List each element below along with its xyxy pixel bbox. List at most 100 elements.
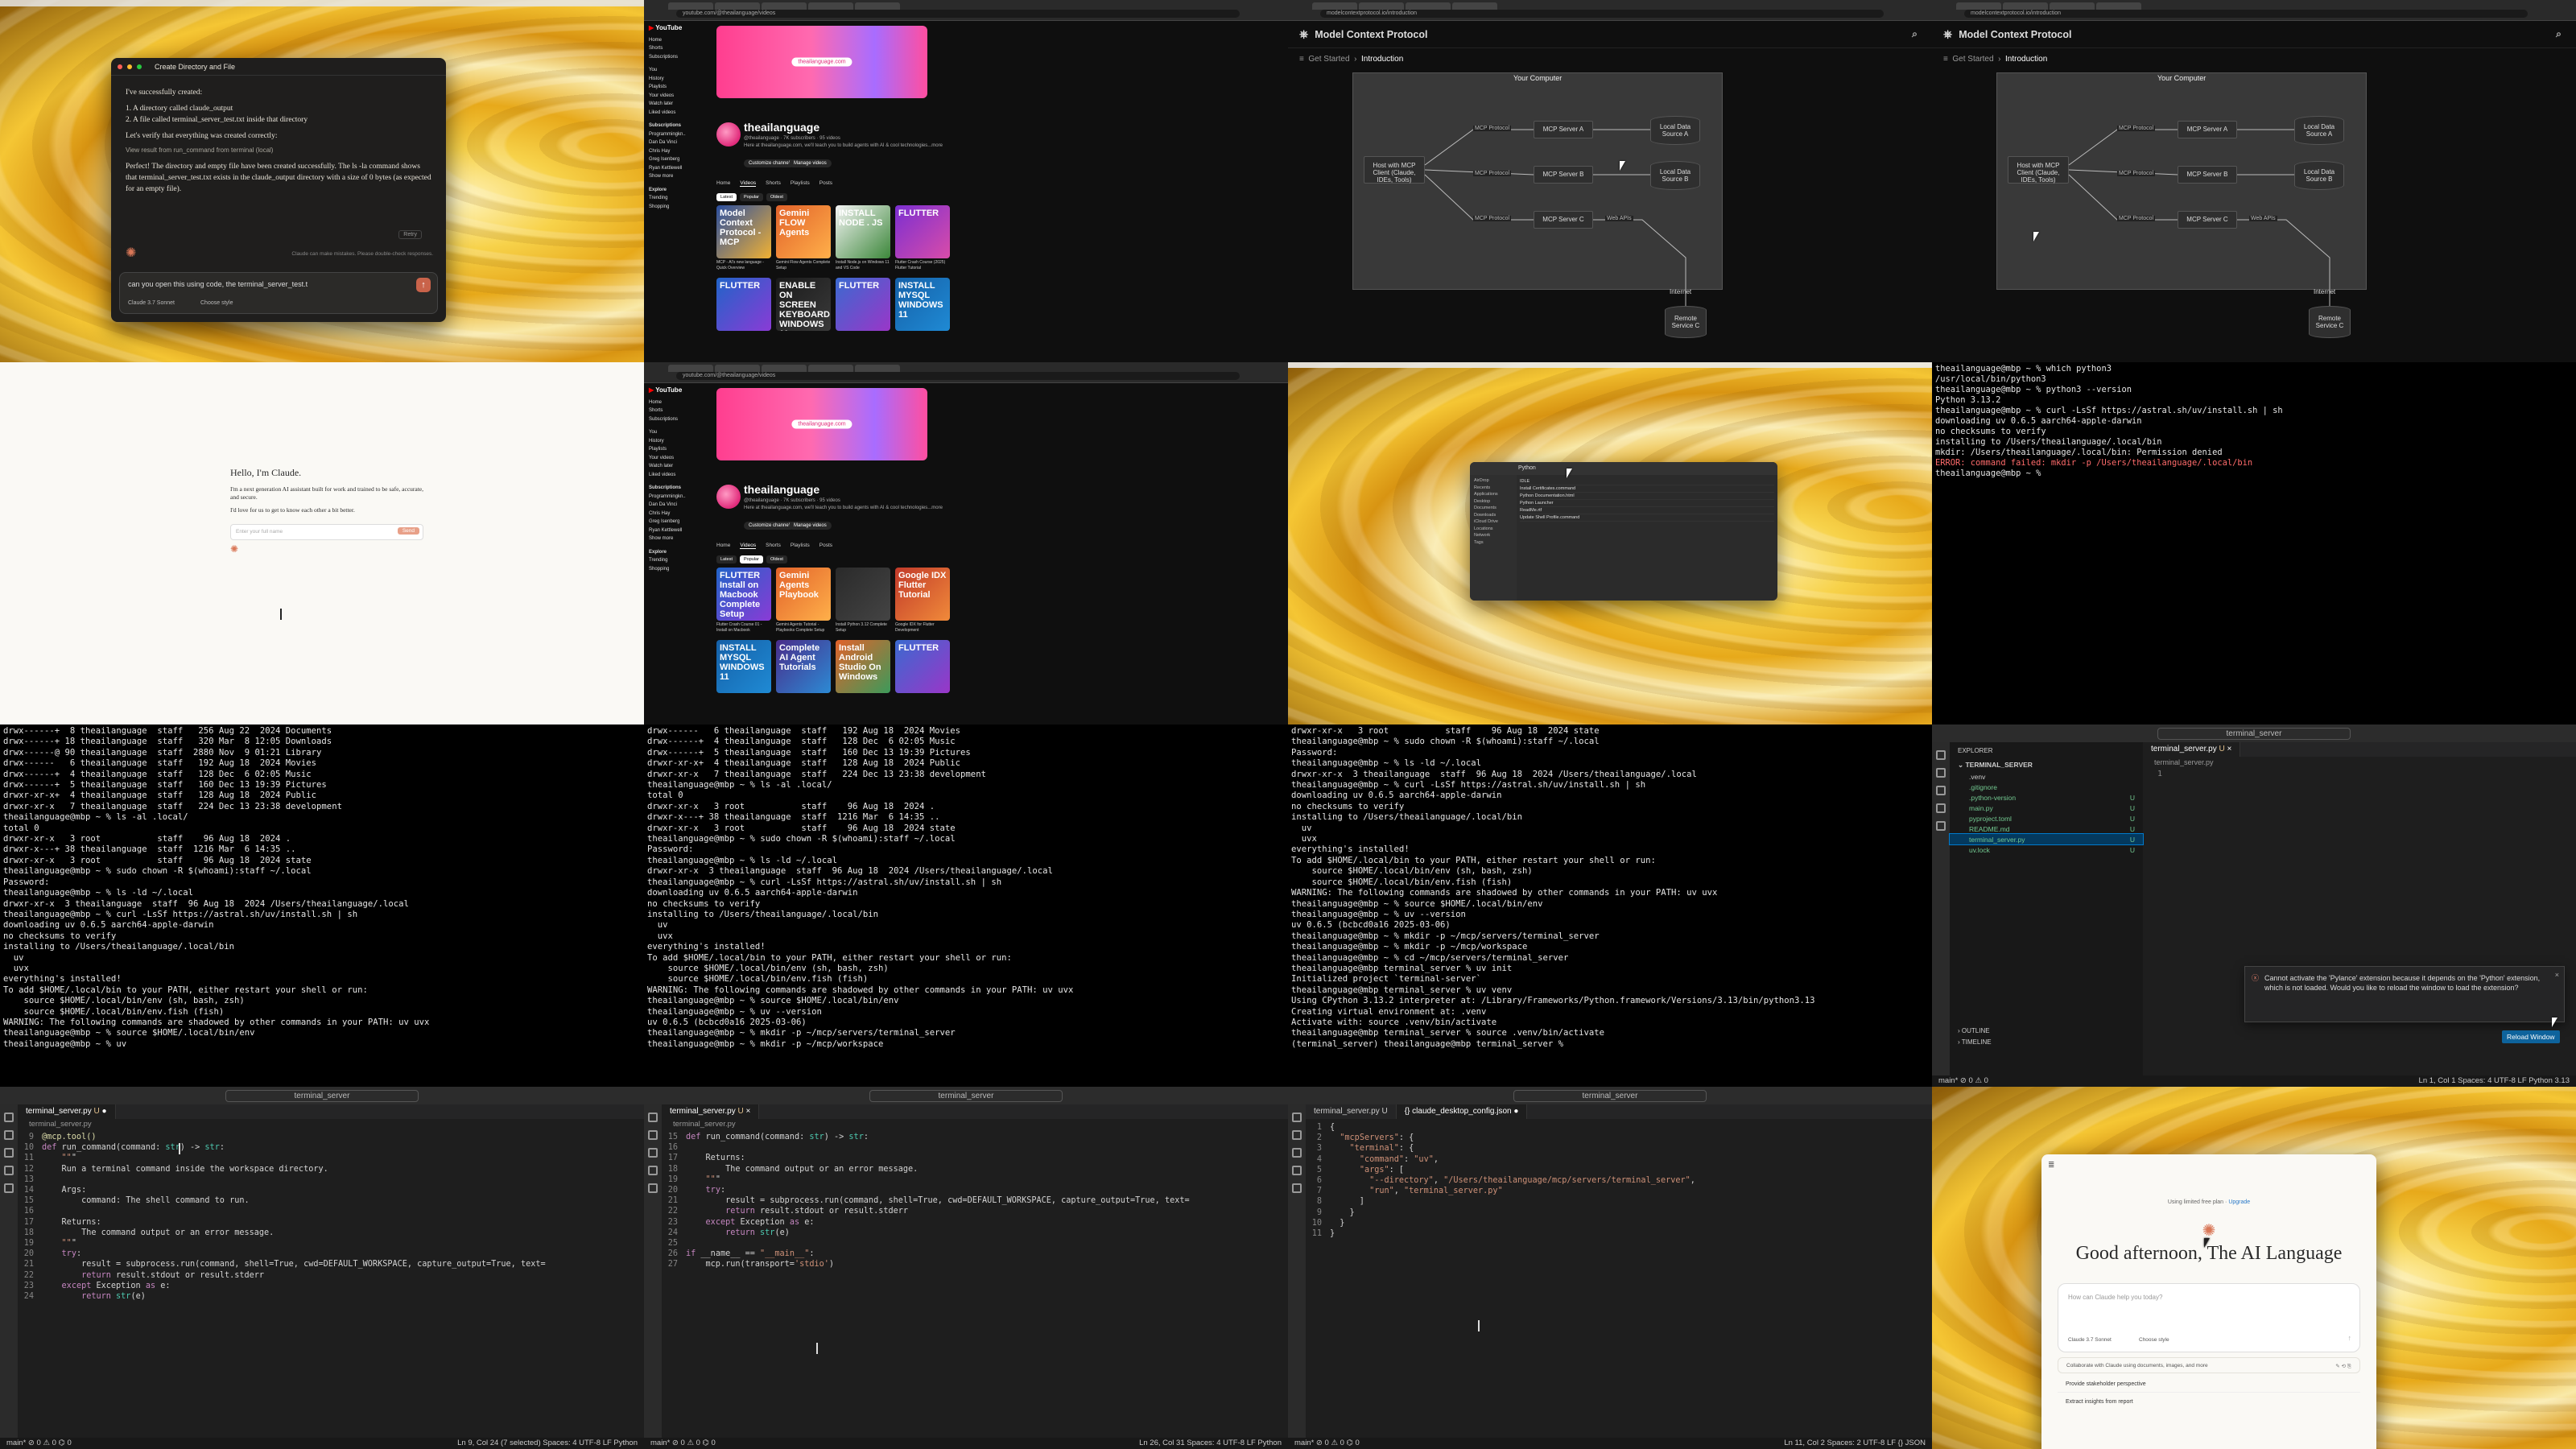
finder-file-row[interactable]: Install Certificates.command: [1520, 485, 1774, 493]
code-line[interactable]: 9 }: [1306, 1208, 1916, 1218]
address-bar[interactable]: youtube.com/@theailanguage/videos: [676, 10, 1240, 18]
files-icon[interactable]: [4, 1113, 14, 1122]
video-thumbnail[interactable]: INSTALL NODE . JS: [836, 205, 890, 258]
youtube-brand[interactable]: YouTube: [655, 24, 682, 31]
explorer-root[interactable]: ⌄ TERMINAL_SERVER: [1950, 759, 2143, 771]
suggestion-item[interactable]: Extract insights from report: [2058, 1396, 2360, 1410]
docs-brand[interactable]: Model Context Protocol: [1315, 29, 1427, 40]
code-editor[interactable]: 1{2 "mcpServers": {3 "terminal": {4 "com…: [1306, 1122, 1916, 1438]
breadcrumb[interactable]: terminal_server.py: [662, 1119, 1288, 1130]
sidebar-item[interactable]: Your videos: [649, 454, 704, 463]
finder-sidebar-item[interactable]: Recents: [1474, 485, 1513, 492]
files-icon[interactable]: [648, 1113, 658, 1122]
breadcrumb-introduction[interactable]: Introduction: [2005, 55, 2047, 64]
breadcrumb[interactable]: terminal_server.py: [2154, 758, 2214, 766]
sidebar-item[interactable]: You: [649, 66, 704, 75]
search-icon[interactable]: [648, 1130, 658, 1140]
sidebar-item[interactable]: Your videos: [649, 92, 704, 101]
finder-sidebar-item[interactable]: Applications: [1474, 491, 1513, 498]
video-title[interactable]: Gemini Agents Tutorial - Playbooks Compl…: [776, 622, 831, 634]
video-thumbnail[interactable]: FLUTTER: [895, 205, 950, 258]
sidebar-item[interactable]: Watch later: [649, 100, 704, 109]
finder-sidebar-item[interactable]: Desktop: [1474, 498, 1513, 506]
finder-sidebar-item[interactable]: Locations: [1474, 526, 1513, 533]
command-center-search[interactable]: terminal_server: [869, 1089, 1063, 1102]
sidebar-item[interactable]: Shopping: [649, 203, 704, 212]
code-line[interactable]: 15 def run_command(command: str) -> str:: [662, 1132, 1272, 1142]
sidebar-item[interactable]: Greg Isenberg: [649, 518, 704, 526]
chip-oldest[interactable]: Oldest: [766, 555, 787, 564]
sidebar-item[interactable]: Subscriptions: [649, 53, 704, 62]
sidebar-item[interactable]: Show more: [649, 535, 704, 543]
video-title[interactable]: Flutter Crash Course (2025) Flutter Tuto…: [895, 260, 950, 271]
video-thumbnail[interactable]: FLUTTER: [716, 278, 771, 331]
sidebar-item[interactable]: Shorts: [649, 44, 704, 53]
code-line[interactable]: 7 "run", "terminal_server.py": [1306, 1186, 1916, 1196]
run-icon[interactable]: [648, 1166, 658, 1175]
retry-button[interactable]: Retry: [398, 230, 422, 239]
sidebar-item[interactable]: You: [649, 428, 704, 437]
code-line[interactable]: 18 The command output or an error messag…: [18, 1228, 628, 1238]
code-line[interactable]: 24 return str(e): [662, 1228, 1272, 1238]
sidebar-item[interactable]: Ryan Kettlewell: [649, 164, 704, 173]
sidebar-item[interactable]: Shorts: [649, 407, 704, 415]
breadcrumb-introduction[interactable]: Introduction: [1361, 55, 1403, 64]
upgrade-link[interactable]: Upgrade: [2228, 1199, 2250, 1205]
address-bar[interactable]: youtube.com/@theailanguage/videos: [676, 372, 1240, 380]
code-line[interactable]: 20 try:: [18, 1249, 628, 1259]
terminal[interactable]: drwxr-xr-x 3 root staff 96 Aug 18 2024 s…: [1288, 724, 1932, 1087]
sidebar-item[interactable]: Shopping: [649, 565, 704, 574]
chip-popular[interactable]: Popular: [739, 555, 763, 564]
chip-popular[interactable]: Popular: [739, 193, 763, 201]
status-right[interactable]: Ln 1, Col 1 Spaces: 4 UTF-8 LF Python 3.…: [2419, 1075, 2570, 1087]
send-button[interactable]: Send: [397, 527, 419, 535]
close-icon[interactable]: ×: [2555, 970, 2559, 980]
breadcrumb[interactable]: terminal_server.py: [18, 1119, 644, 1130]
manage-videos-button[interactable]: Manage videos: [789, 522, 832, 530]
code-line[interactable]: 4 "command": "uv",: [1306, 1154, 1916, 1165]
extensions-icon[interactable]: [648, 1183, 658, 1193]
video-card[interactable]: Google IDX Flutter Tutorial Google IDX fo…: [895, 568, 950, 634]
code-line[interactable]: 11 """: [18, 1153, 628, 1163]
minimize-dot-icon[interactable]: [127, 64, 132, 69]
send-button[interactable]: ↑: [416, 278, 431, 292]
sidebar-item[interactable]: Explore: [649, 548, 704, 557]
tab-posts[interactable]: Posts: [819, 180, 832, 187]
video-card[interactable]: Gemini FLOW Agents Gemini Flow Agents Com…: [776, 205, 831, 271]
video-title[interactable]: Install Node.js on Windows 11 and VS Cod…: [836, 260, 890, 271]
editor-tab[interactable]: terminal_server.py U ×: [662, 1104, 760, 1119]
search-icon[interactable]: ⌕: [2556, 28, 2562, 40]
sidebar-item[interactable]: Chris Hay: [649, 510, 704, 518]
run-icon[interactable]: [1936, 803, 1946, 813]
breadcrumb-get-started[interactable]: Get Started: [1308, 55, 1349, 64]
sidebar-item[interactable]: Greg Isenberg: [649, 155, 704, 164]
sidebar-item[interactable]: Show more: [649, 172, 704, 181]
code-line[interactable]: 22 return result.stdout or result.stderr: [662, 1206, 1272, 1216]
file-item[interactable]: uv.lock U: [1950, 844, 2143, 855]
command-center-search[interactable]: terminal_server: [1513, 1089, 1707, 1102]
code-line[interactable]: 3 "terminal": {: [1306, 1143, 1916, 1154]
sidebar-item[interactable]: Playlists: [649, 445, 704, 454]
model-selector[interactable]: Claude 3.7 Sonnet: [2068, 1337, 2112, 1343]
code-line[interactable]: 19 """: [18, 1238, 628, 1249]
status-position[interactable]: Ln 9, Col 24 (7 selected) Spaces: 4 UTF-…: [457, 1438, 638, 1449]
code-line[interactable]: 12 Run a terminal command inside the wor…: [18, 1164, 628, 1174]
tool-result-link[interactable]: View result from run_command from termin…: [126, 145, 433, 156]
customize-channel-button[interactable]: Customize channel: [744, 522, 795, 530]
video-thumbnail[interactable]: Install Android Studio On Windows: [836, 640, 890, 693]
sidebar-item[interactable]: Liked videos: [649, 471, 704, 480]
video-card[interactable]: INSTALL NODE . JS Install Node.js on Wind…: [836, 205, 890, 271]
code-line[interactable]: 19 """: [662, 1174, 1272, 1185]
sidebar-item[interactable]: Trending: [649, 556, 704, 565]
video-title[interactable]: Install Python 3.12 Complete Setup: [836, 622, 890, 634]
extensions-icon[interactable]: [1292, 1183, 1302, 1193]
code-line[interactable]: 27 mcp.run(transport='stdio'): [662, 1259, 1272, 1269]
name-input-box[interactable]: Enter your full name Send: [230, 524, 423, 540]
code-line[interactable]: 23 except Exception as e:: [18, 1281, 628, 1291]
search-icon[interactable]: [4, 1130, 14, 1140]
breadcrumb-get-started[interactable]: Get Started: [1952, 55, 1993, 64]
editor-tab[interactable]: terminal_server.py U ×: [2143, 742, 2241, 757]
sidebar-item[interactable]: Dan Da Vinci: [649, 501, 704, 510]
code-line[interactable]: 21 result = subprocess.run(command, shel…: [662, 1195, 1272, 1206]
sidebar-item[interactable]: Dan Da Vinci: [649, 138, 704, 147]
